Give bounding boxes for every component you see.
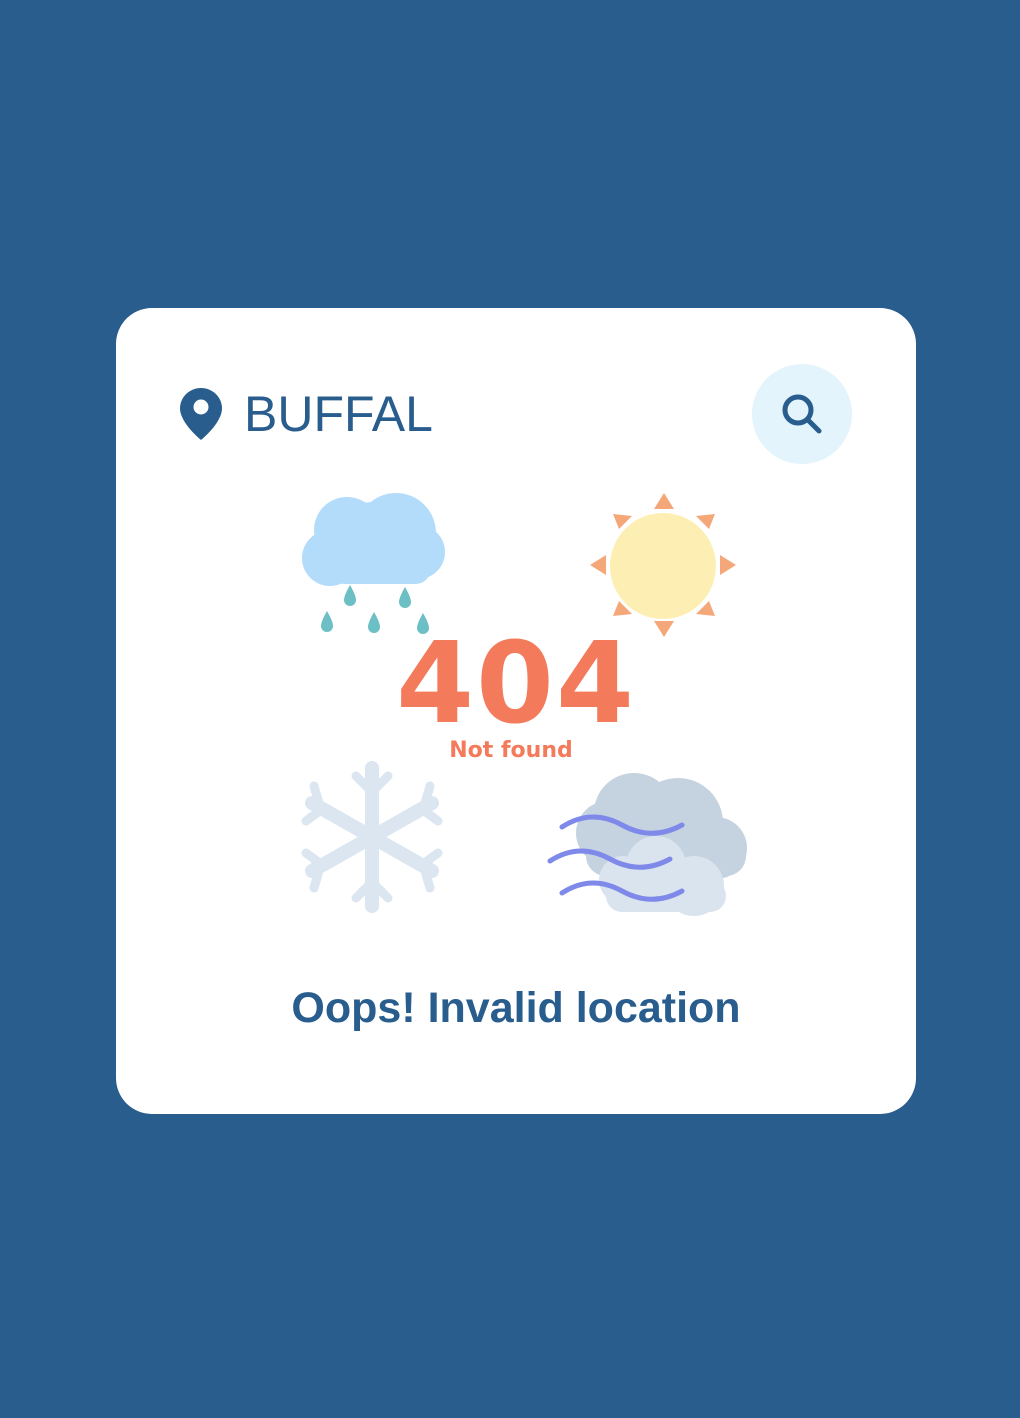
error-message: Oops! Invalid location bbox=[291, 984, 741, 1032]
sun-icon bbox=[590, 493, 736, 637]
wind-cloud-icon bbox=[547, 773, 747, 916]
error-code: 404 bbox=[396, 619, 636, 749]
rain-cloud-icon bbox=[302, 493, 445, 634]
weather-card: 404 Not found Oops! Invalid location bbox=[116, 308, 916, 1114]
snowflake-icon bbox=[301, 761, 443, 913]
error-label: Not found bbox=[449, 738, 573, 763]
